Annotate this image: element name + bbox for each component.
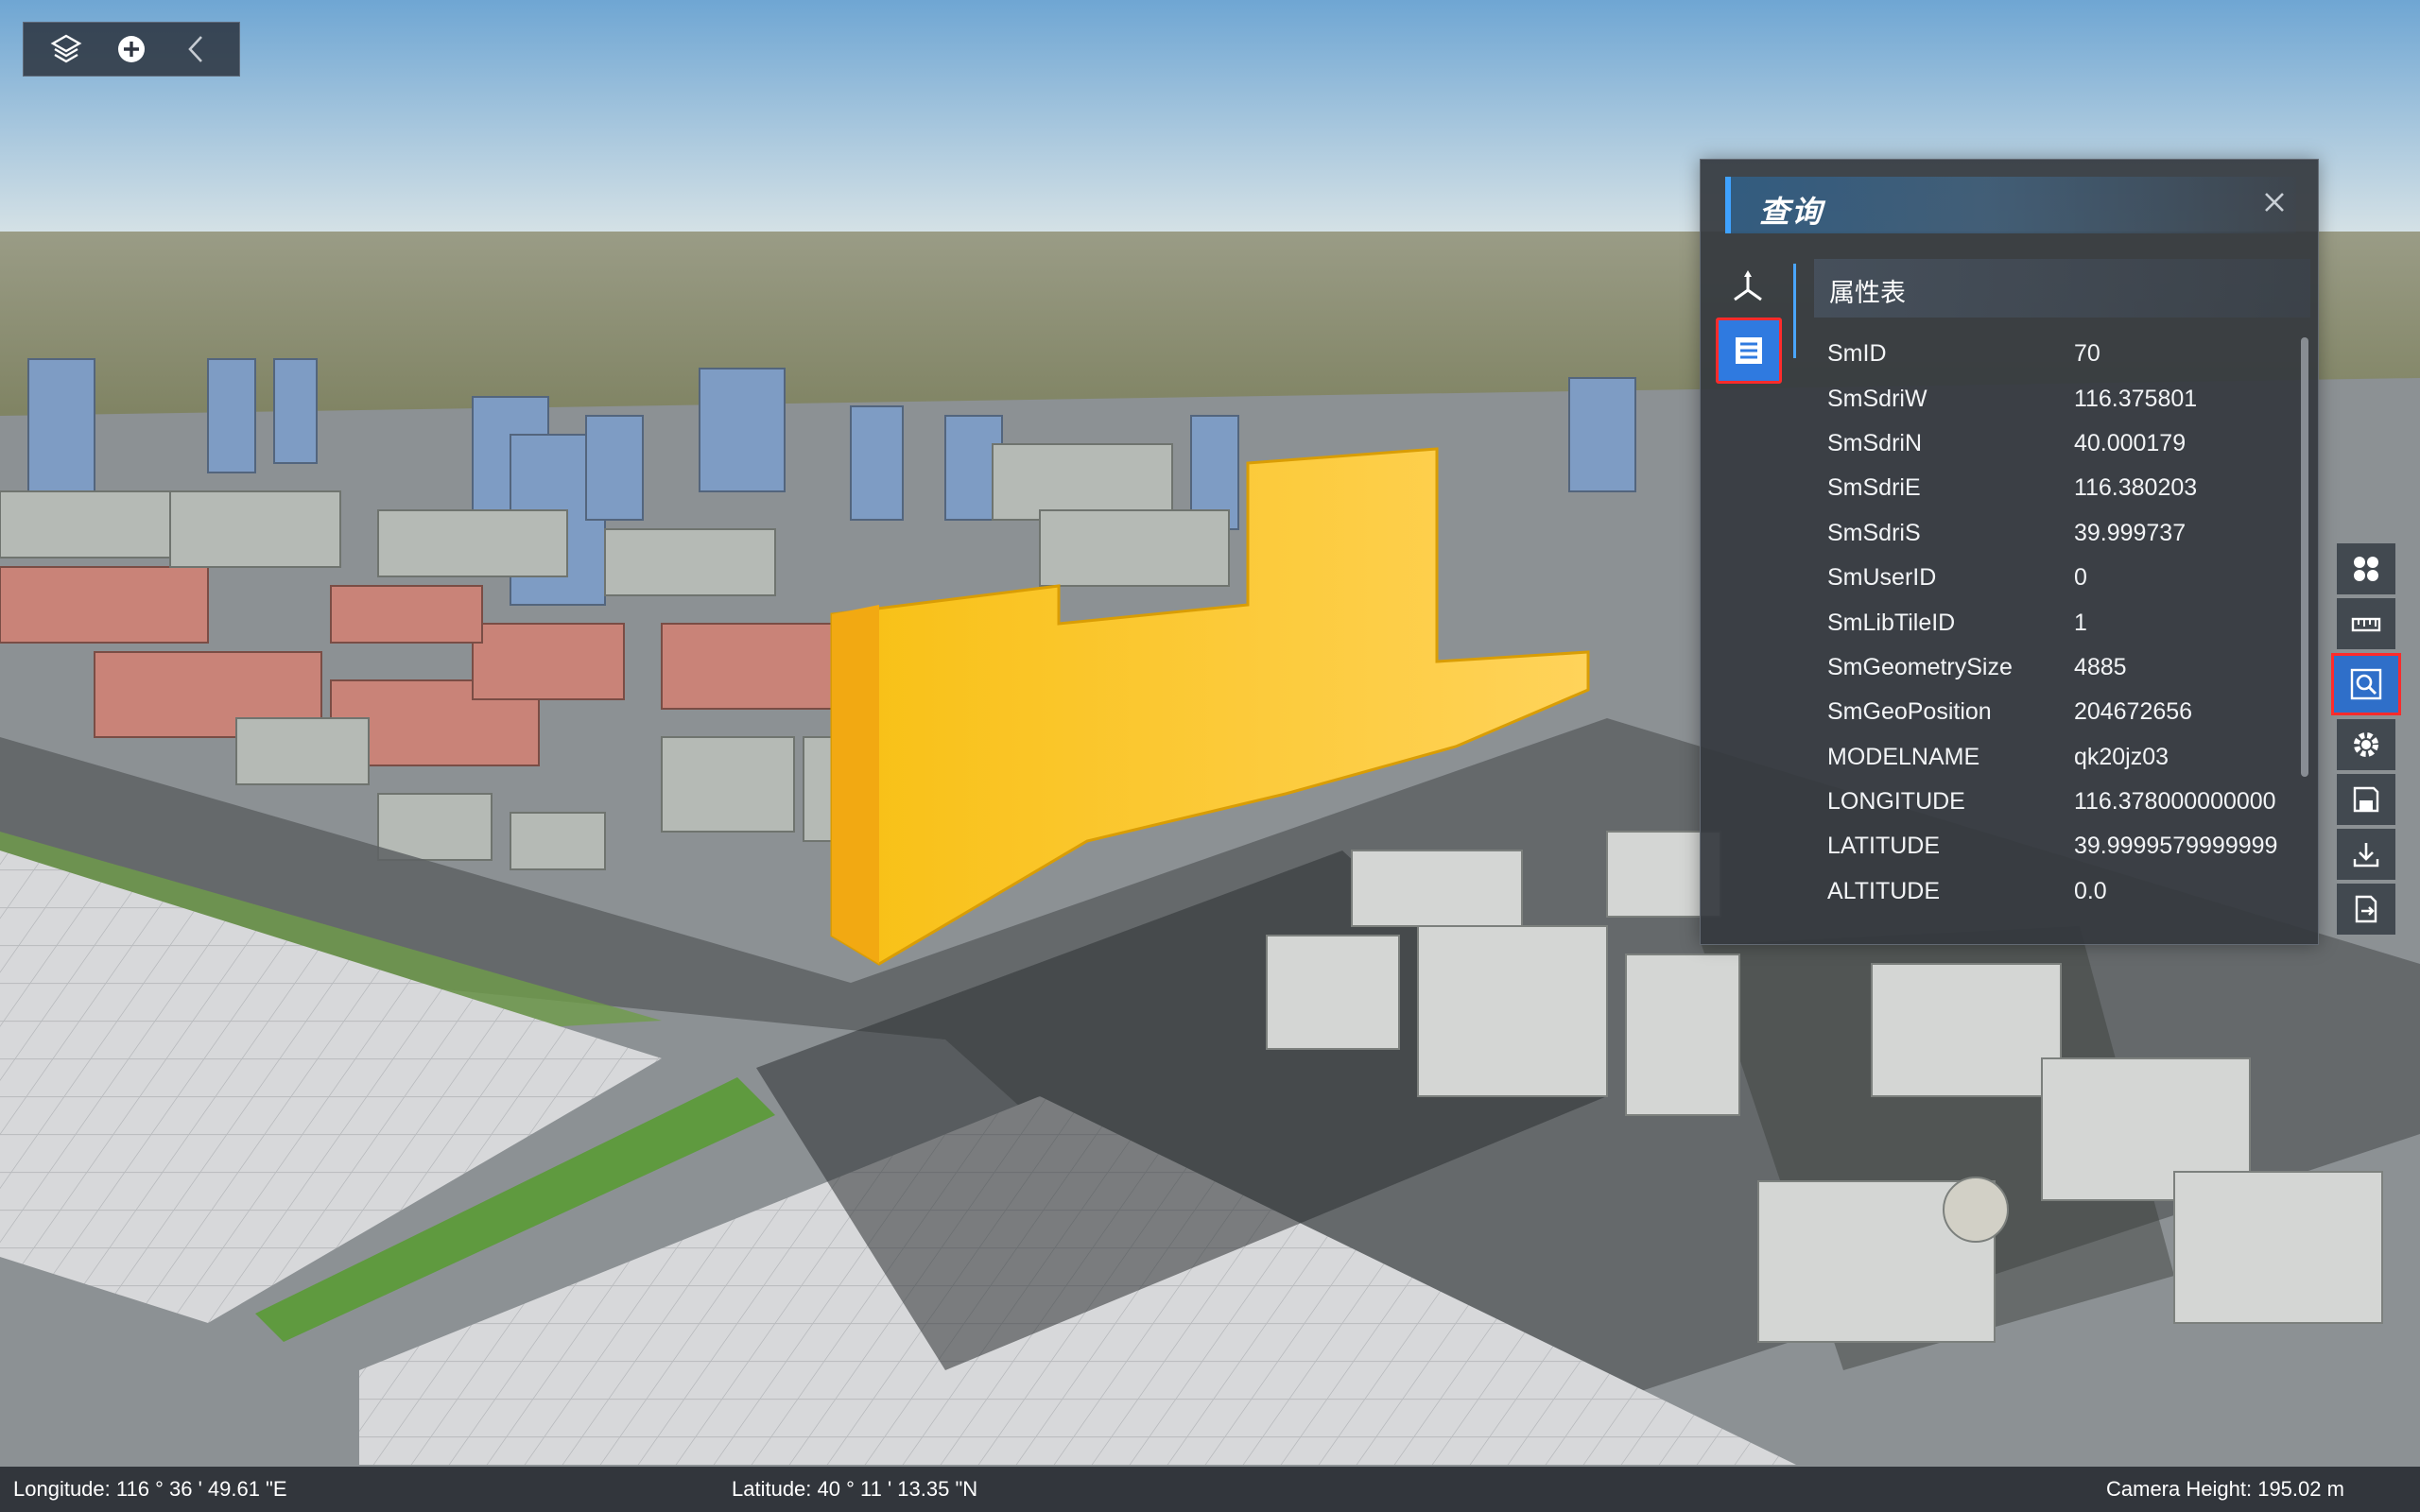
- attribute-key: SmLibTileID: [1827, 609, 1956, 636]
- list-icon: [1736, 337, 1762, 364]
- latitude-label: Latitude:: [732, 1477, 812, 1501]
- add-button[interactable]: [108, 26, 155, 73]
- ruler-icon: [2351, 617, 2381, 632]
- layers-button[interactable]: [43, 26, 90, 73]
- map-toolbar: [23, 22, 240, 77]
- export-icon: [2355, 895, 2377, 923]
- table-row: SmGeometrySize 4885: [1827, 645, 2290, 690]
- panel-side-tabs: [1716, 259, 1795, 920]
- table-row: SmSdriW 116.375801: [1827, 376, 2290, 421]
- status-bar: Longitude: 116 ° 36 ' 49.61 "E Latitude:…: [0, 1467, 2420, 1512]
- camera-height-label: Camera Height:: [2106, 1477, 2253, 1501]
- table-row: LONGITUDE 116.378000000000: [1827, 780, 2290, 824]
- table-row: SmID 70: [1827, 332, 2290, 376]
- attribute-value: 1: [2073, 609, 2087, 636]
- layers-icon: [50, 34, 82, 63]
- download-button[interactable]: [2337, 829, 2395, 880]
- close-button[interactable]: [2258, 186, 2290, 218]
- attribute-table-title: 属性表: [1829, 279, 1906, 307]
- table-row: LATITUDE 39.9999579999999: [1827, 824, 2290, 868]
- longitude-readout: Longitude: 116 ° 36 ' 49.61 "E: [13, 1477, 287, 1502]
- table-row: SmSdriN 40.000179: [1827, 421, 2290, 466]
- query-icon: [2350, 668, 2382, 700]
- attribute-value: 116.378000000000: [2073, 788, 2276, 816]
- longitude-value: 116 ° 36 ' 49.61 "E: [115, 1477, 287, 1501]
- panel-title: 查询: [1759, 195, 1824, 229]
- attribute-value: 40.000179: [2073, 429, 2187, 456]
- panel-header: 查询: [1725, 177, 2296, 233]
- camera-height-value: 195.02 m: [2257, 1477, 2344, 1501]
- table-row: SmSdriS 39.999737: [1827, 511, 2290, 556]
- tab-divider: [1793, 264, 1796, 358]
- attribute-key: SmSdriE: [1827, 474, 1921, 502]
- attribute-value: 39.9999579999999: [2073, 833, 2278, 860]
- query-panel: 查询 属性表 SmID 70 SmSdriW 116.375801 SmSdriN 4…: [1700, 159, 2319, 945]
- attribute-key: SmSdriW: [1827, 385, 1927, 412]
- attribute-key: LATITUDE: [1827, 833, 1940, 860]
- tab-axis[interactable]: [1720, 259, 1776, 316]
- attribute-key: SmGeometrySize: [1827, 653, 2013, 680]
- table-row: SmSdriE 116.380203: [1827, 466, 2290, 510]
- attribute-table-header: 属性表: [1814, 259, 2310, 318]
- apps-icon: [2354, 557, 2378, 581]
- attribute-value: 0: [2073, 564, 2087, 592]
- table-row: SmUserID 0: [1827, 556, 2290, 600]
- attribute-key: SmUserID: [1827, 564, 1937, 592]
- attribute-table[interactable]: SmID 70 SmSdriW 116.375801 SmSdriN 40.00017…: [1827, 332, 2290, 927]
- longitude-label: Longitude:: [13, 1477, 111, 1501]
- save-icon: [2353, 786, 2379, 813]
- table-row: ALTITUDE 0.0: [1827, 869, 2290, 914]
- attribute-key: SmSdriN: [1827, 429, 1923, 456]
- attribute-table-scrollbar[interactable]: [2301, 337, 2308, 777]
- table-row: SmGeoPosition 204672656: [1827, 690, 2290, 734]
- attribute-key: SmGeoPosition: [1827, 698, 1992, 726]
- table-row: MODELNAME qk20jz03: [1827, 735, 2290, 780]
- attribute-key: MODELNAME: [1827, 743, 1980, 770]
- gear-icon: [2354, 732, 2378, 757]
- tab-attribute-table[interactable]: [1716, 318, 1782, 384]
- attribute-value: 4885: [2073, 653, 2127, 680]
- settings-button[interactable]: [2337, 719, 2395, 770]
- camera-height-readout: Camera Height: 195.02 m: [2106, 1477, 2344, 1502]
- attribute-value: qk20jz03: [2073, 743, 2169, 770]
- attribute-value: 0.0: [2073, 877, 2107, 904]
- export-button[interactable]: [2337, 884, 2395, 935]
- attribute-value: 116.375801: [2073, 385, 2198, 412]
- plus-circle-icon: [117, 36, 145, 62]
- attribute-key: SmID: [1827, 340, 1887, 368]
- close-icon: [2265, 193, 2284, 212]
- table-row: SmLibTileID 1: [1827, 600, 2290, 644]
- collapse-toolbar-button[interactable]: [173, 26, 220, 73]
- attribute-value: 70: [2073, 340, 2100, 368]
- right-toolbar: [2331, 543, 2401, 988]
- axis-icon: [1734, 270, 1762, 301]
- apps-button[interactable]: [2337, 543, 2395, 594]
- latitude-value: 40 ° 11 ' 13.35 "N: [817, 1477, 978, 1501]
- attribute-value: 39.999737: [2073, 519, 2187, 546]
- attribute-value: 204672656: [2073, 698, 2193, 726]
- attribute-key: LONGITUDE: [1827, 788, 1965, 816]
- attribute-value: 116.380203: [2073, 474, 2198, 502]
- measure-button[interactable]: [2337, 598, 2395, 649]
- latitude-readout: Latitude: 40 ° 11 ' 13.35 "N: [732, 1477, 977, 1502]
- attribute-key: ALTITUDE: [1827, 877, 1940, 904]
- download-icon: [2353, 843, 2379, 868]
- attribute-key: SmSdriS: [1827, 519, 1921, 546]
- query-button[interactable]: [2331, 653, 2401, 715]
- save-button[interactable]: [2337, 774, 2395, 825]
- chevron-left-icon: [188, 36, 203, 62]
